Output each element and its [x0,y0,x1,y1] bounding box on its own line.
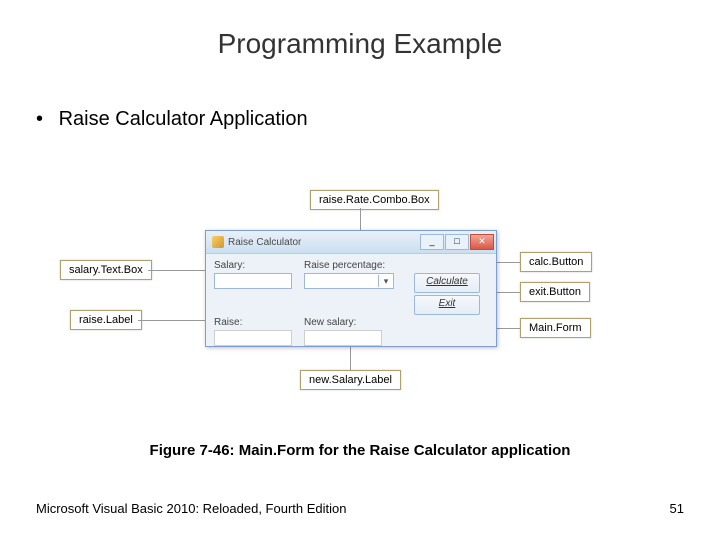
callout-main-form: Main.Form [520,318,591,338]
leader-exit-button [495,292,520,293]
bullet-text: Raise Calculator Application [59,108,308,130]
salary-textbox[interactable] [214,273,292,289]
label-raise-percentage: Raise percentage: [304,260,404,271]
footer-text: Microsoft Visual Basic 2010: Reloaded, F… [36,501,346,516]
leader-calc-button [495,262,520,263]
label-salary: Salary: [214,260,294,271]
page-number: 51 [670,501,684,516]
calculate-button[interactable]: Calculate [414,273,480,293]
exit-button[interactable]: Exit [414,295,480,315]
bullet-dot: • [36,108,43,131]
label-new-salary: New salary: [304,317,404,328]
leader-salary-textbox [148,270,205,271]
raise-rate-combobox[interactable]: ▾ [304,273,394,289]
label-raise: Raise: [214,317,294,328]
bullet-line: • Raise Calculator Application [36,108,308,131]
close-button[interactable]: ✕ [470,234,494,250]
figure-caption: Figure 7-46: Main.Form for the Raise Cal… [0,442,720,459]
window-title: Raise Calculator [228,237,301,248]
window-buttons: _ □ ✕ [420,234,494,250]
app-icon [212,236,224,248]
callout-exit-button: exit.Button [520,282,590,302]
figure-area: salary.Text.Box raise.Label raise.Rate.C… [100,200,620,410]
minimize-button[interactable]: _ [420,234,444,250]
slide-title: Programming Example [0,28,720,60]
leader-main-form [495,328,520,329]
new-salary-output-label [304,330,382,346]
vb-form-window: Raise Calculator _ □ ✕ Salary: Raise per… [205,230,497,347]
callout-raise-label: raise.Label [70,310,142,330]
callout-new-salary-label: new.Salary.Label [300,370,401,390]
callout-raise-rate-combo: raise.Rate.Combo.Box [310,190,439,210]
callout-calc-button: calc.Button [520,252,592,272]
titlebar: Raise Calculator _ □ ✕ [206,231,496,254]
callout-salary-textbox: salary.Text.Box [60,260,152,280]
combo-dropdown-icon[interactable]: ▾ [378,275,393,287]
maximize-button[interactable]: □ [445,234,469,250]
leader-raise-label [138,320,205,321]
raise-output-label [214,330,292,346]
